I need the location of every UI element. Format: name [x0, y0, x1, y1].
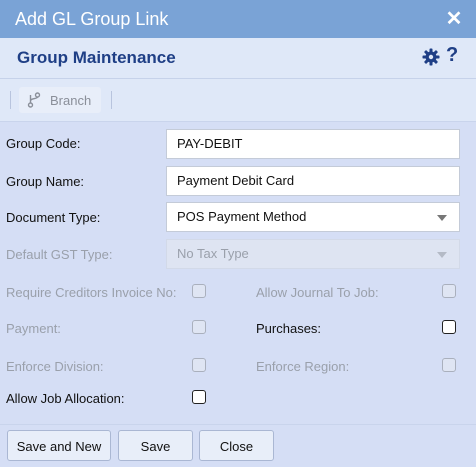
- dialog-titlebar: Add GL Group Link ✕: [0, 0, 476, 38]
- require-creditors-invoice-no-label: Require Creditors Invoice No:: [6, 285, 177, 300]
- purchases-checkbox[interactable]: [442, 320, 456, 334]
- payment-label: Payment:: [6, 321, 61, 336]
- save-and-new-button[interactable]: Save and New: [7, 430, 111, 461]
- gear-icon[interactable]: [421, 47, 441, 67]
- group-name-label: Group Name:: [6, 174, 85, 189]
- dialog-footer: Save and New Save Close: [0, 424, 476, 467]
- group-name-input[interactable]: Payment Debit Card: [166, 166, 460, 196]
- section-header: Group Maintenance ?: [0, 38, 476, 79]
- toolbar-divider: [111, 91, 112, 109]
- branch-button-label: Branch: [50, 93, 92, 108]
- group-form: Group Code: PAY-DEBIT Group Name: Paymen…: [0, 122, 476, 424]
- close-button[interactable]: Close: [199, 430, 274, 461]
- chevron-down-icon: [437, 252, 447, 258]
- default-gst-type-label: Default GST Type:: [6, 247, 113, 262]
- toolbar-divider: [10, 91, 11, 109]
- save-button[interactable]: Save: [118, 430, 193, 461]
- enforce-region-checkbox: [442, 358, 456, 372]
- section-title: Group Maintenance: [17, 48, 176, 67]
- require-creditors-invoice-no-checkbox: [192, 284, 206, 298]
- purchases-label: Purchases:: [256, 321, 322, 336]
- enforce-region-label: Enforce Region:: [256, 359, 350, 374]
- chevron-down-icon: [437, 215, 447, 221]
- close-icon[interactable]: ✕: [443, 8, 465, 30]
- help-icon[interactable]: ?: [446, 44, 458, 67]
- document-type-select[interactable]: POS Payment Method: [166, 202, 460, 232]
- enforce-division-checkbox: [192, 358, 206, 372]
- group-code-label: Group Code:: [6, 136, 81, 151]
- document-type-value: POS Payment Method: [177, 209, 307, 224]
- branch-button[interactable]: Branch: [19, 87, 101, 113]
- branch-icon: [27, 92, 41, 108]
- payment-checkbox: [192, 320, 206, 334]
- document-type-label: Document Type:: [6, 210, 101, 225]
- group-code-input[interactable]: PAY-DEBIT: [166, 129, 460, 159]
- allow-job-allocation-checkbox[interactable]: [192, 390, 206, 404]
- dialog-title: Add GL Group Link: [15, 9, 169, 29]
- allow-journal-to-job-checkbox: [442, 284, 456, 298]
- default-gst-type-value: No Tax Type: [177, 246, 249, 261]
- add-gl-group-link-dialog: Add GL Group Link ✕ Group Maintenance ? …: [0, 0, 476, 467]
- toolbar: Branch: [0, 79, 476, 122]
- enforce-division-label: Enforce Division:: [6, 359, 104, 374]
- default-gst-type-select: No Tax Type: [166, 239, 460, 269]
- allow-job-allocation-label: Allow Job Allocation:: [6, 391, 125, 406]
- allow-journal-to-job-label: Allow Journal To Job:: [256, 285, 379, 300]
